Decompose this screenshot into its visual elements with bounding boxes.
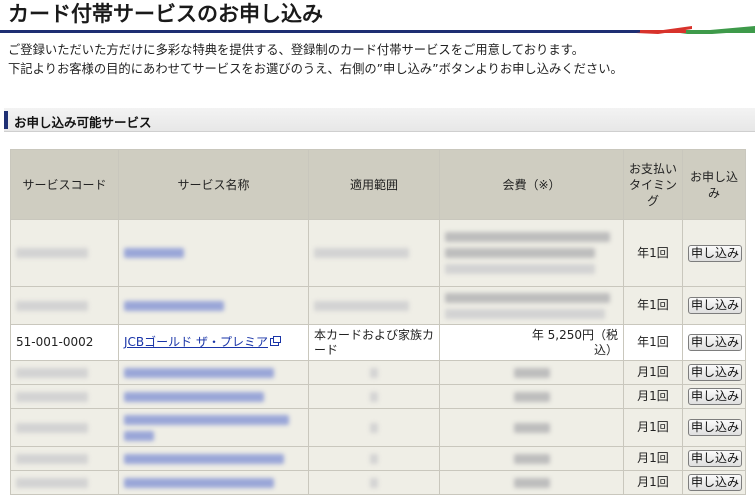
table-row: 月1回 申し込み	[10, 446, 746, 471]
intro-text: ご登録いただいた方だけに多彩な特典を提供する、登録制のカード付帯サービスをご用意…	[8, 41, 623, 79]
table-row: 月1回 申し込み	[10, 384, 746, 409]
cell-timing: 年1回	[623, 286, 683, 325]
cell-fee-redacted	[439, 219, 624, 287]
cell-fee-redacted	[439, 446, 624, 471]
cell-code-redacted	[10, 446, 119, 471]
cell-fee-redacted	[439, 286, 624, 325]
cell-code-redacted	[10, 470, 119, 495]
cell-scope-redacted	[308, 470, 440, 495]
section-header: お申し込み可能サービス	[4, 108, 755, 132]
cell-apply: 申し込み	[682, 324, 746, 361]
table-row: 年1回 申し込み	[10, 286, 746, 325]
cell-code-redacted	[10, 360, 119, 385]
cell-name-redacted[interactable]	[118, 384, 309, 409]
service-name-link[interactable]: JCBゴールド ザ・プレミア	[124, 335, 268, 349]
table-row: 年1回 申し込み	[10, 219, 746, 287]
cell-name-redacted[interactable]	[118, 446, 309, 471]
cell-apply: 申し込み	[682, 286, 746, 325]
cell-scope-redacted	[308, 384, 440, 409]
cell-service-name: JCBゴールド ザ・プレミア	[118, 324, 309, 361]
cell-apply: 申し込み	[682, 408, 746, 447]
cell-apply: 申し込み	[682, 384, 746, 409]
cell-apply: 申し込み	[682, 470, 746, 495]
header-service-code: サービスコード	[10, 149, 119, 220]
cell-scope-redacted	[308, 408, 440, 447]
header-apply: お申し込み	[682, 149, 746, 220]
apply-button[interactable]: 申し込み	[688, 474, 743, 491]
service-name-text: JCBゴールド ザ・プレミア	[124, 335, 268, 349]
table-header-row: サービスコード サービス名称 適用範囲 会費（※） お支払いタイミング お申し込…	[10, 149, 746, 220]
apply-button[interactable]: 申し込み	[688, 244, 743, 262]
header-service-name: サービス名称	[118, 149, 309, 220]
cell-apply: 申し込み	[682, 219, 746, 287]
table-row: 月1回 申し込み	[10, 470, 746, 495]
cell-name-redacted[interactable]	[118, 360, 309, 385]
cell-scope: 本カードおよび家族カード	[308, 324, 440, 361]
cell-timing: 年1回	[623, 324, 683, 361]
cell-name-redacted[interactable]	[118, 470, 309, 495]
table-row: 月1回 申し込み	[10, 408, 746, 447]
cell-timing: 月1回	[623, 360, 683, 385]
cell-timing: 月1回	[623, 446, 683, 471]
apply-button[interactable]: 申し込み	[688, 419, 743, 436]
cell-name-redacted[interactable]	[118, 286, 309, 325]
cell-apply: 申し込み	[682, 360, 746, 385]
cell-fee-redacted	[439, 360, 624, 385]
cell-fee-redacted	[439, 470, 624, 495]
intro-line-2: 下記よりお客様の目的にあわせてサービスをお選びのうえ、右側の”申し込み”ボタンよ…	[8, 62, 623, 76]
cell-code-redacted	[10, 286, 119, 325]
cell-scope-redacted	[308, 219, 440, 287]
table-row: 51-001-0002 JCBゴールド ザ・プレミア 本カードおよび家族カード …	[10, 324, 746, 361]
cell-fee: 年 5,250円（税込）	[439, 324, 624, 361]
header-payment-timing: お支払いタイミング	[623, 149, 683, 220]
cell-code-redacted	[10, 219, 119, 287]
table-row: 月1回 申し込み	[10, 360, 746, 385]
cell-apply: 申し込み	[682, 446, 746, 471]
header-scope: 適用範囲	[308, 149, 440, 220]
section-marker	[4, 111, 8, 129]
section-title: お申し込み可能サービス	[14, 115, 152, 130]
cell-timing: 月1回	[623, 470, 683, 495]
apply-button[interactable]: 申し込み	[688, 297, 743, 314]
cell-scope-redacted	[308, 446, 440, 471]
external-window-icon	[269, 336, 281, 346]
cell-scope-redacted	[308, 360, 440, 385]
cell-fee-redacted	[439, 384, 624, 409]
cell-scope-redacted	[308, 286, 440, 325]
cell-timing: 月1回	[623, 384, 683, 409]
service-table: サービスコード サービス名称 適用範囲 会費（※） お支払いタイミング お申し込…	[10, 149, 746, 495]
cell-code-redacted	[10, 408, 119, 447]
cell-timing: 年1回	[623, 219, 683, 287]
apply-button[interactable]: 申し込み	[688, 334, 743, 351]
cell-name-redacted[interactable]	[118, 408, 309, 447]
brand-stripe-green	[680, 26, 755, 34]
cell-service-code: 51-001-0002	[10, 324, 119, 361]
apply-button[interactable]: 申し込み	[688, 364, 743, 381]
intro-line-1: ご登録いただいた方だけに多彩な特典を提供する、登録制のカード付帯サービスをご用意…	[8, 43, 584, 57]
apply-button[interactable]: 申し込み	[688, 388, 743, 405]
cell-fee-redacted	[439, 408, 624, 447]
page-title: カード付帯サービスのお申し込み	[8, 2, 323, 26]
cell-name-redacted[interactable]	[118, 219, 309, 287]
apply-button[interactable]: 申し込み	[688, 450, 743, 467]
cell-code-redacted	[10, 384, 119, 409]
cell-timing: 月1回	[623, 408, 683, 447]
header-fee: 会費（※）	[439, 149, 624, 220]
